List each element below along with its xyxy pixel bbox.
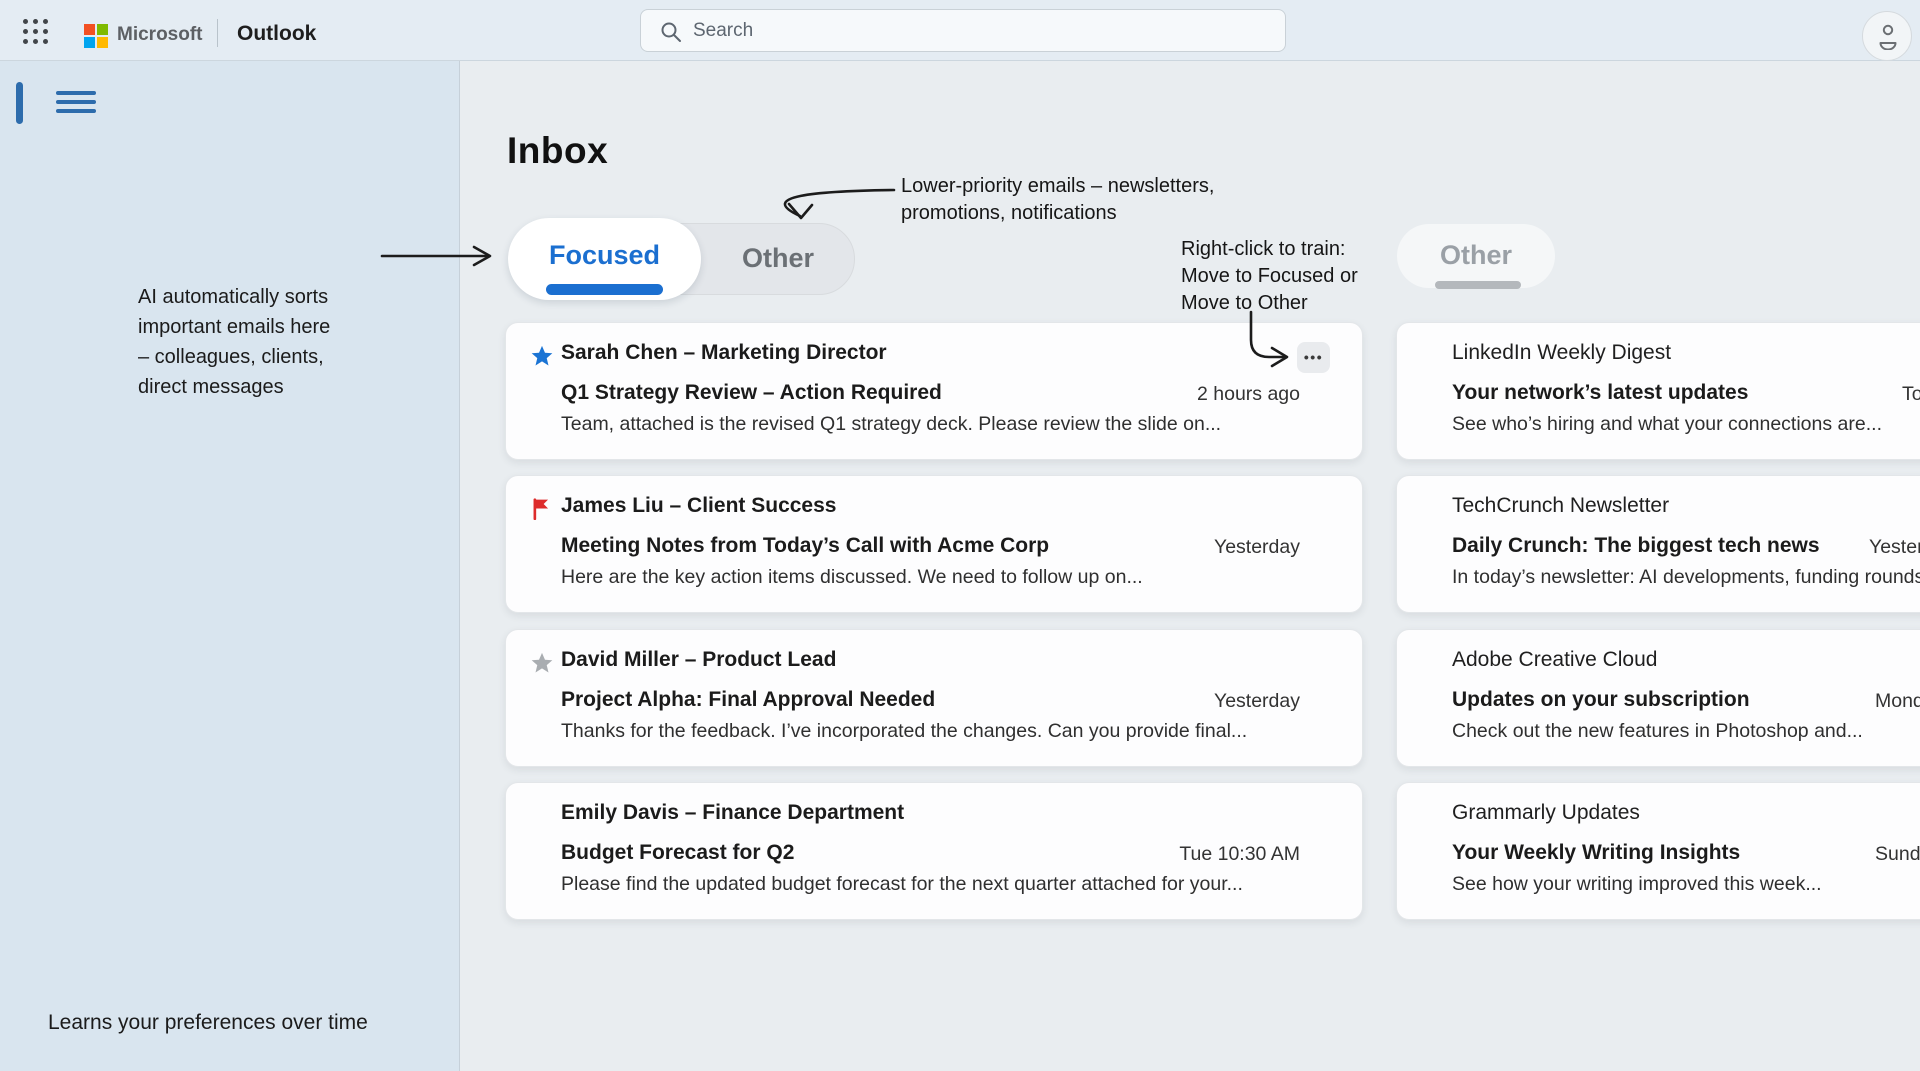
email-time: Today (1902, 383, 1920, 406)
account-icon[interactable] (1862, 11, 1912, 61)
email-preview: Please find the updated budget forecast … (561, 873, 1243, 896)
email-sender: Sarah Chen – Marketing Director (561, 341, 887, 365)
search-box[interactable] (640, 9, 1286, 52)
microsoft-logo (84, 24, 108, 48)
arrow-to-other-tab (785, 190, 894, 218)
email-preview: Team, attached is the revised Q1 strateg… (561, 413, 1221, 436)
email-sender: Grammarly Updates (1452, 801, 1640, 825)
annotation-learns-preferences: Learns your preferences over time (48, 1008, 368, 1038)
annotation-line: direct messages (138, 372, 388, 402)
other-column-heading: Other (1397, 224, 1555, 288)
email-time: Yesterday (1214, 690, 1300, 713)
email-sender: LinkedIn Weekly Digest (1452, 341, 1671, 365)
annotation-line: Right-click to train: (1181, 236, 1358, 263)
annotation-line: promotions, notifications (901, 200, 1214, 227)
email-preview: See how your writing improved this week.… (1452, 873, 1822, 896)
email-sender: TechCrunch Newsletter (1452, 494, 1669, 518)
annotation-line: Lower-priority emails – newsletters, (901, 173, 1214, 200)
top-bar: Microsoft Outlook (0, 0, 1920, 61)
email-sender: James Liu – Client Success (561, 494, 836, 518)
annotation-lower-priority: Lower-priority emails – newsletters, pro… (901, 173, 1214, 227)
annotation-right-click-train: Right-click to train: Move to Focused or… (1181, 236, 1358, 317)
page-title: Inbox (507, 130, 608, 172)
tab-focused-label: Focused (508, 240, 701, 271)
other-column-heading-label: Other (1397, 240, 1555, 271)
email-preview: Check out the new features in Photoshop … (1452, 720, 1863, 743)
tab-other[interactable]: Other (701, 223, 855, 295)
search-icon (659, 20, 683, 44)
email-preview: Thanks for the feedback. I’ve incorporat… (561, 720, 1247, 743)
flag-icon[interactable] (531, 498, 553, 520)
email-row-linkedin[interactable]: LinkedIn Weekly Digest Your network’s la… (1396, 322, 1920, 460)
email-preview: See who’s hiring and what your connectio… (1452, 413, 1882, 436)
email-row-david-miller[interactable]: David Miller – Product Lead Project Alph… (505, 629, 1363, 767)
brand-divider (217, 19, 218, 47)
email-time: Tue 10:30 AM (1179, 843, 1300, 866)
email-row-adobe[interactable]: Adobe Creative Cloud Updates on your sub… (1396, 629, 1920, 767)
annotation-line: AI automatically sorts (138, 282, 388, 312)
search-input[interactable] (691, 12, 1255, 50)
app-launcher-icon[interactable] (20, 16, 50, 46)
email-row-sarah-chen[interactable]: Sarah Chen – Marketing Director Q1 Strat… (505, 322, 1363, 460)
email-preview: In today’s newsletter: AI developments, … (1452, 566, 1920, 589)
email-subject: Q1 Strategy Review – Action Required (561, 381, 942, 405)
email-row-techcrunch[interactable]: TechCrunch Newsletter Daily Crunch: The … (1396, 475, 1920, 613)
email-time: Sunday (1875, 843, 1920, 866)
email-subject: Your network’s latest updates (1452, 381, 1748, 405)
email-subject: Updates on your subscription (1452, 688, 1750, 712)
microsoft-brand-text: Microsoft (117, 24, 203, 46)
annotation-line: – colleagues, clients, (138, 342, 388, 372)
star-icon[interactable] (531, 652, 553, 674)
email-sender: Adobe Creative Cloud (1452, 648, 1657, 672)
email-time: Monday (1875, 690, 1920, 713)
annotation-focused-sorting: AI automatically sorts important emails … (138, 282, 388, 402)
annotation-line: Move to Other (1181, 290, 1358, 317)
star-icon[interactable] (531, 345, 553, 367)
annotation-line: Move to Focused or (1181, 263, 1358, 290)
email-time: 2 hours ago (1197, 383, 1300, 406)
tab-focused[interactable]: Focused (508, 218, 701, 300)
email-row-emily-davis[interactable]: Emily Davis – Finance Department Budget … (505, 782, 1363, 920)
outlook-window: Microsoft Outlook AI automatically sorts… (0, 0, 1920, 1071)
email-subject: Daily Crunch: The biggest tech news (1452, 534, 1820, 558)
email-sender: Emily Davis – Finance Department (561, 801, 904, 825)
email-subject: Project Alpha: Final Approval Needed (561, 688, 935, 712)
tab-other-label: Other (701, 243, 855, 274)
menu-icon[interactable] (56, 90, 96, 118)
app-title: Outlook (237, 22, 316, 46)
email-subject: Meeting Notes from Today’s Call with Acm… (561, 534, 1049, 558)
email-subject: Your Weekly Writing Insights (1452, 841, 1740, 865)
email-sender: David Miller – Product Lead (561, 648, 836, 672)
left-pane: AI automatically sorts important emails … (0, 60, 460, 1071)
more-options-button[interactable]: ••• (1297, 342, 1330, 373)
email-subject: Budget Forecast for Q2 (561, 841, 794, 865)
email-row-grammarly[interactable]: Grammarly Updates Your Weekly Writing In… (1396, 782, 1920, 920)
email-preview: Here are the key action items discussed.… (561, 566, 1143, 589)
selection-indicator (16, 82, 23, 124)
other-column-underline (1435, 281, 1521, 289)
email-row-james-liu[interactable]: James Liu – Client Success Meeting Notes… (505, 475, 1363, 613)
email-time: Yesterday (1214, 536, 1300, 559)
annotation-line: important emails here (138, 312, 388, 342)
tab-focused-active-underline (546, 284, 663, 295)
email-time: Yesterday (1869, 536, 1920, 559)
